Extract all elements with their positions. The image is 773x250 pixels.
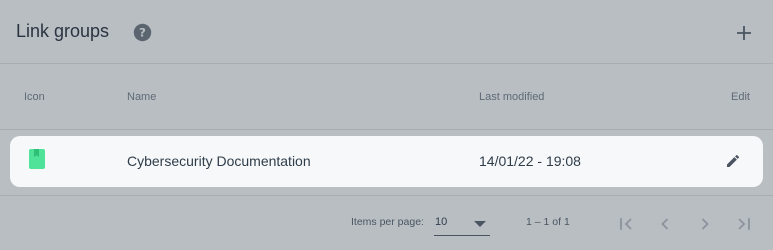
link-groups-panel: Link groups ? Icon Name Last modified Ed… xyxy=(0,0,773,250)
book-icon xyxy=(29,149,45,169)
next-page-icon[interactable] xyxy=(695,214,715,234)
row-name: Cybersecurity Documentation xyxy=(127,153,311,169)
column-header-edit: Edit xyxy=(731,91,750,103)
svg-text:?: ? xyxy=(139,25,146,39)
previous-page-icon[interactable] xyxy=(655,214,675,234)
divider xyxy=(0,195,773,196)
row-last-modified: 14/01/22 - 19:08 xyxy=(479,153,581,169)
first-page-icon[interactable] xyxy=(616,214,636,234)
divider xyxy=(0,129,773,130)
add-icon[interactable] xyxy=(736,25,752,41)
column-header-name: Name xyxy=(127,91,157,103)
column-header-icon: Icon xyxy=(24,91,45,103)
table-row[interactable]: Cybersecurity Documentation 14/01/22 - 1… xyxy=(10,136,763,187)
edit-icon[interactable] xyxy=(725,153,741,169)
items-per-page-value: 10 xyxy=(435,216,448,228)
items-per-page-select[interactable]: 10 xyxy=(434,211,490,236)
page-title: Link groups xyxy=(16,21,110,41)
items-per-page-label: Items per page: xyxy=(351,216,424,228)
panel-header: Link groups ? xyxy=(0,0,773,64)
help-icon[interactable]: ? xyxy=(133,23,152,42)
chevron-down-icon xyxy=(474,221,486,227)
pagination-range: 1 – 1 of 1 xyxy=(526,216,570,228)
column-header-last-modified: Last modified xyxy=(479,91,545,103)
last-page-icon[interactable] xyxy=(734,214,754,234)
